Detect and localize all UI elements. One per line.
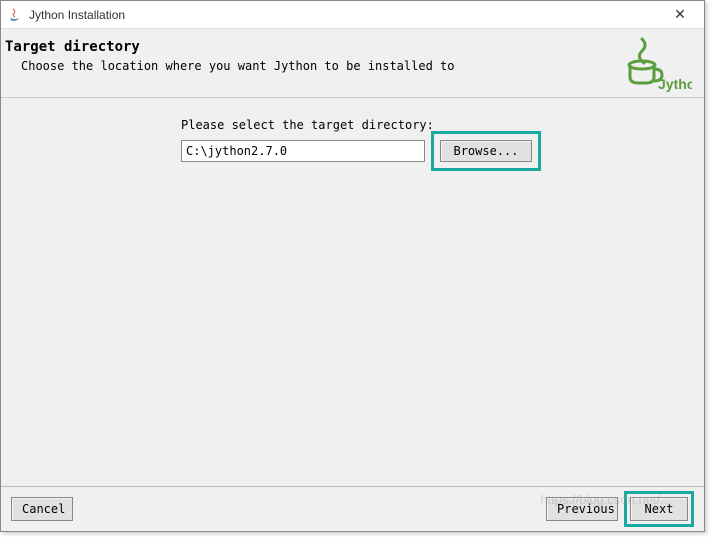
java-icon xyxy=(7,7,23,23)
header: Target directory Choose the location whe… xyxy=(1,29,704,98)
directory-row: Browse... xyxy=(181,140,674,171)
browse-highlight: Browse... xyxy=(431,131,541,171)
titlebar: Jython Installation ✕ xyxy=(1,1,704,29)
header-text: Target directory Choose the location whe… xyxy=(5,37,614,73)
installer-window: Jython Installation ✕ Target directory C… xyxy=(0,0,705,532)
main-content: Please select the target directory: Brow… xyxy=(1,98,704,486)
browse-button[interactable]: Browse... xyxy=(440,140,532,162)
next-button[interactable]: Next xyxy=(630,497,688,521)
page-title: Target directory xyxy=(5,39,614,55)
cancel-button[interactable]: Cancel xyxy=(11,497,73,521)
close-icon: ✕ xyxy=(674,6,686,23)
next-highlight: Next xyxy=(624,491,694,527)
close-button[interactable]: ✕ xyxy=(660,2,700,28)
window-title: Jython Installation xyxy=(29,8,660,22)
logo-text: Jython xyxy=(658,76,692,92)
target-directory-input[interactable] xyxy=(181,140,425,162)
jython-logo: Jython xyxy=(622,37,692,93)
page-subtitle: Choose the location where you want Jytho… xyxy=(5,59,614,73)
footer: Cancel Previous Next xyxy=(1,486,704,531)
directory-prompt: Please select the target directory: xyxy=(181,118,674,132)
previous-button[interactable]: Previous xyxy=(546,497,618,521)
